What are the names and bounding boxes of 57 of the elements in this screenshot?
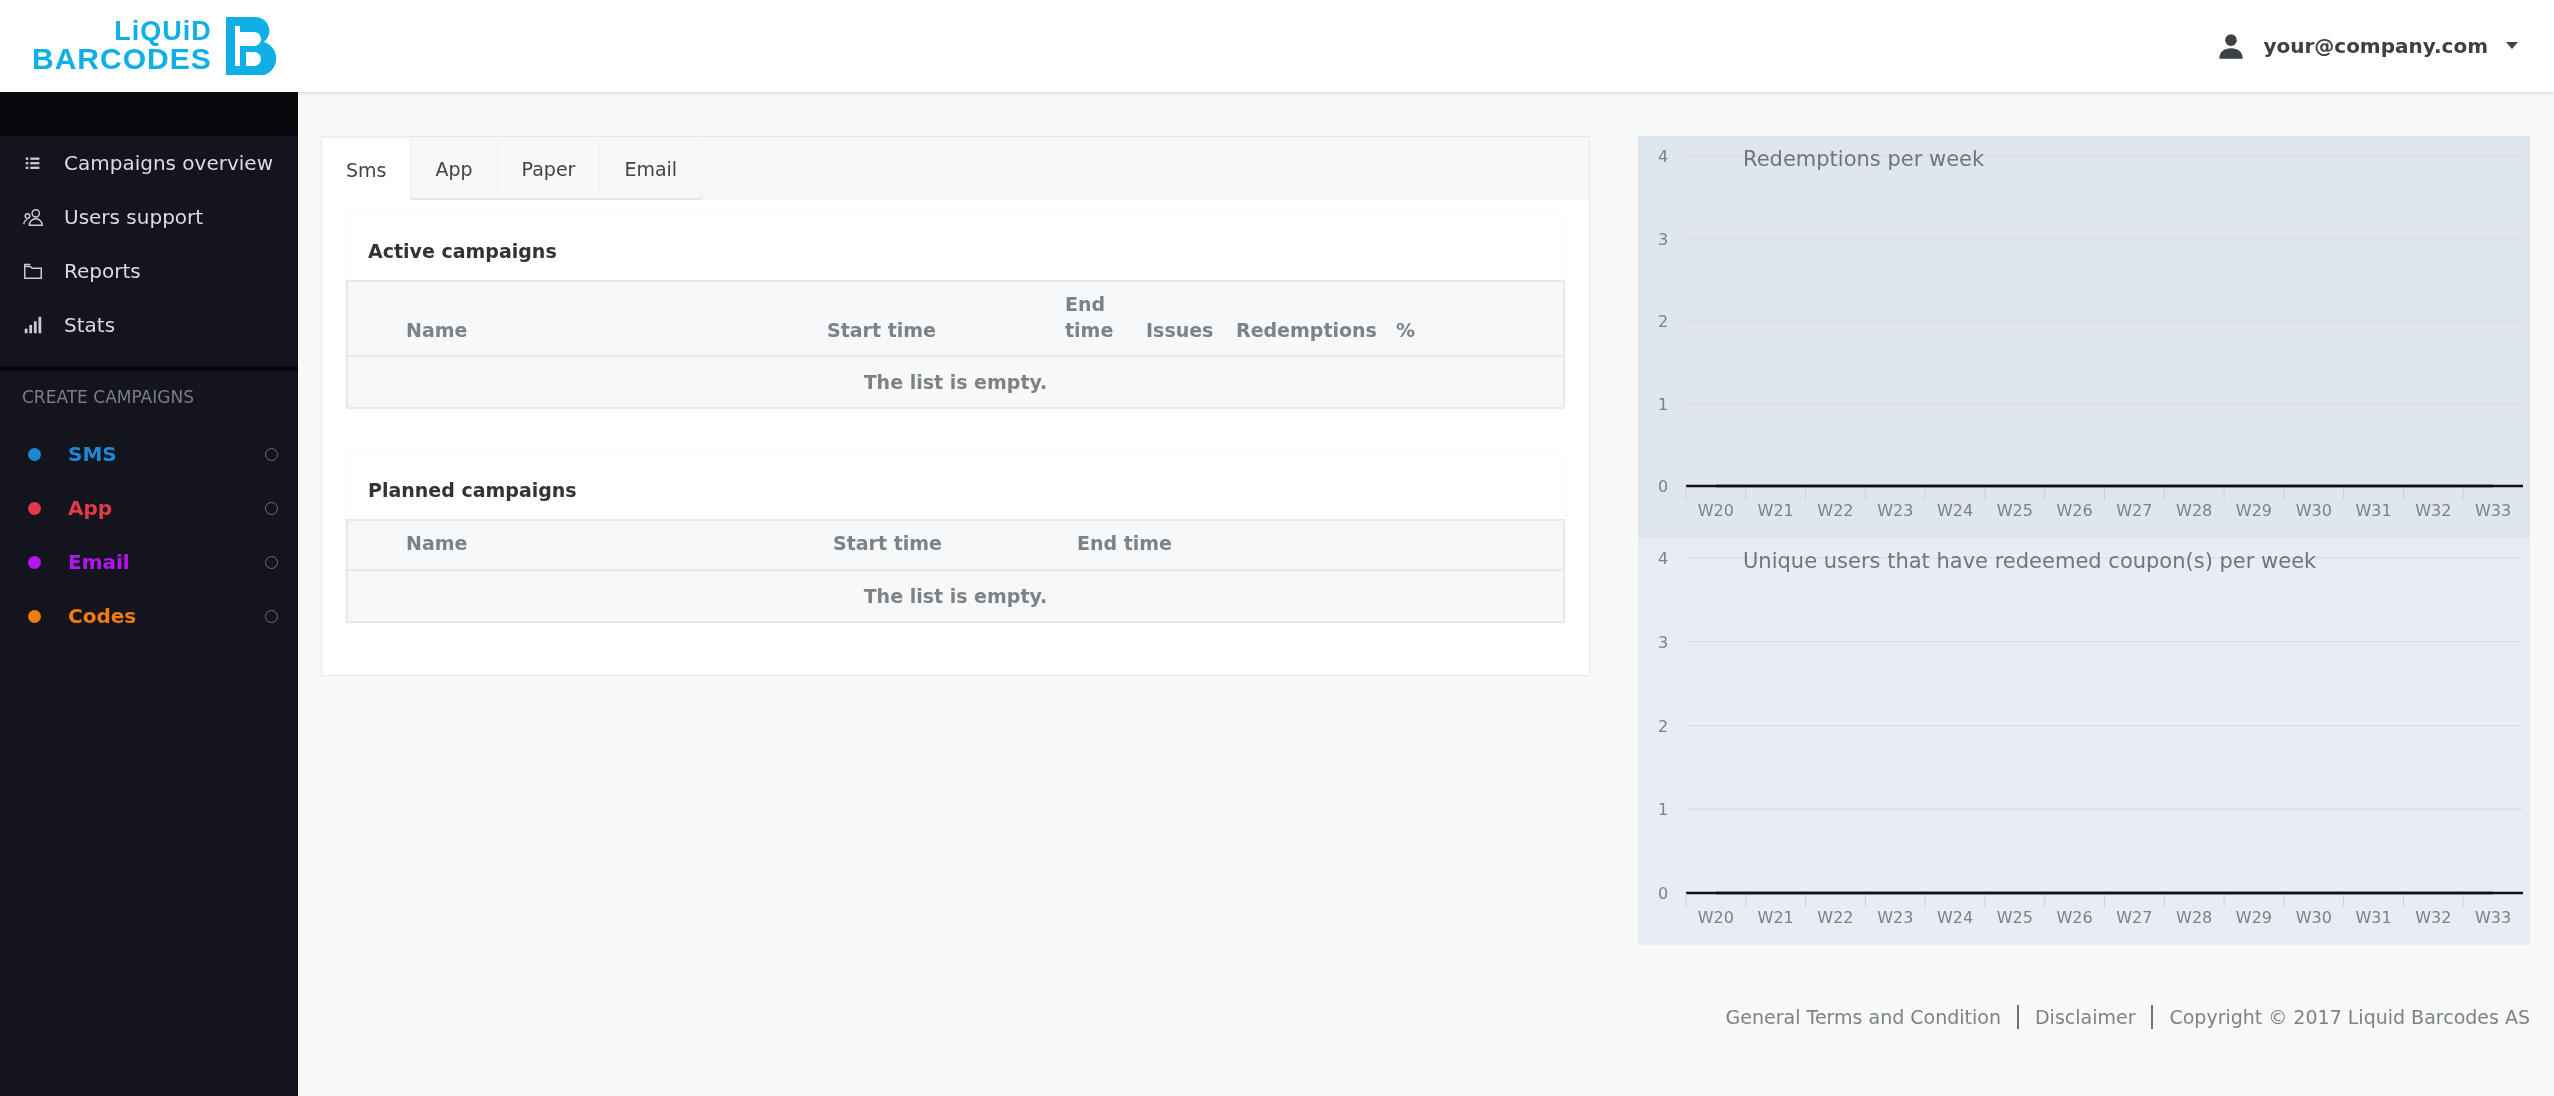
empty-message: The list is empty.: [862, 583, 1049, 609]
x-tick-label: W23: [1877, 501, 1914, 520]
column-header: Issues: [1146, 317, 1215, 343]
x-tick-label: W31: [2355, 908, 2392, 927]
x-tick-label: W29: [2235, 501, 2273, 520]
x-tick-label: W33: [2475, 908, 2512, 927]
x-tick-label: W24: [1936, 501, 1974, 520]
logo-text: LiQUiD: [114, 18, 212, 45]
y-tick-label: 3: [1658, 632, 1669, 652]
column-header: Start time: [827, 317, 937, 343]
y-tick-label: 2: [1658, 312, 1669, 331]
x-tick-label: W25: [1996, 501, 2033, 520]
column-header: Name: [406, 317, 469, 343]
column-header: %: [1396, 317, 1417, 343]
copyright-text: Copyright © 2017 Liquid Barcodes AS: [2169, 1006, 2530, 1028]
x-tick-label: W23: [1877, 908, 1914, 927]
section-title: CREATE CAMPAIGNS: [21, 386, 195, 409]
x-tick-label: W28: [2176, 908, 2213, 927]
y-tick-label: 1: [1658, 394, 1669, 414]
y-tick-label: 3: [1658, 229, 1669, 249]
logo-text: BARCODES: [32, 44, 212, 74]
y-tick-label: 0: [1658, 477, 1669, 496]
x-tick-label: W25: [1996, 908, 2033, 927]
chart-title: Redemptions per week: [1743, 147, 1985, 171]
x-tick-label: W21: [1757, 501, 1794, 520]
column-header: End time: [1077, 531, 1173, 557]
x-tick-label: W20: [1697, 501, 1734, 520]
column-header: End time: [1065, 292, 1115, 343]
section-title: Planned campaigns: [346, 455, 1565, 520]
x-tick-label: W22: [1817, 501, 1854, 520]
empty-message: The list is empty.: [862, 370, 1049, 396]
column-header: Start time: [833, 531, 943, 557]
section-title: Active campaigns: [346, 216, 1565, 280]
x-tick-label: W30: [2295, 501, 2332, 520]
x-tick-label: W20: [1697, 908, 1734, 927]
column-header: Redemptions: [1236, 317, 1378, 343]
x-tick-label: W24: [1936, 908, 1974, 927]
x-tick-label: W26: [2056, 908, 2093, 927]
x-tick-label: W30: [2295, 908, 2332, 927]
x-tick-label: W21: [1757, 908, 1794, 927]
y-tick-label: 4: [1658, 549, 1669, 568]
x-tick-label: W29: [2235, 908, 2273, 927]
y-tick-label: 1: [1658, 800, 1669, 820]
column-header: Name: [406, 531, 469, 557]
chart-title: Unique users that have redeemed coupon(s) per week: [1743, 549, 2317, 573]
x-tick-label: W31: [2355, 501, 2392, 520]
x-tick-label: W33: [2475, 501, 2512, 520]
x-tick-label: W32: [2415, 501, 2452, 520]
y-tick-label: 0: [1658, 884, 1669, 903]
y-tick-label: 2: [1658, 716, 1669, 736]
x-tick-label: W26: [2056, 501, 2093, 520]
x-tick-label: W22: [1817, 908, 1854, 927]
y-tick-label: 4: [1658, 147, 1669, 166]
x-tick-label: W27: [2116, 501, 2153, 520]
x-tick-label: W28: [2176, 501, 2213, 520]
x-tick-label: W27: [2116, 908, 2153, 927]
x-tick-label: W32: [2415, 908, 2452, 927]
